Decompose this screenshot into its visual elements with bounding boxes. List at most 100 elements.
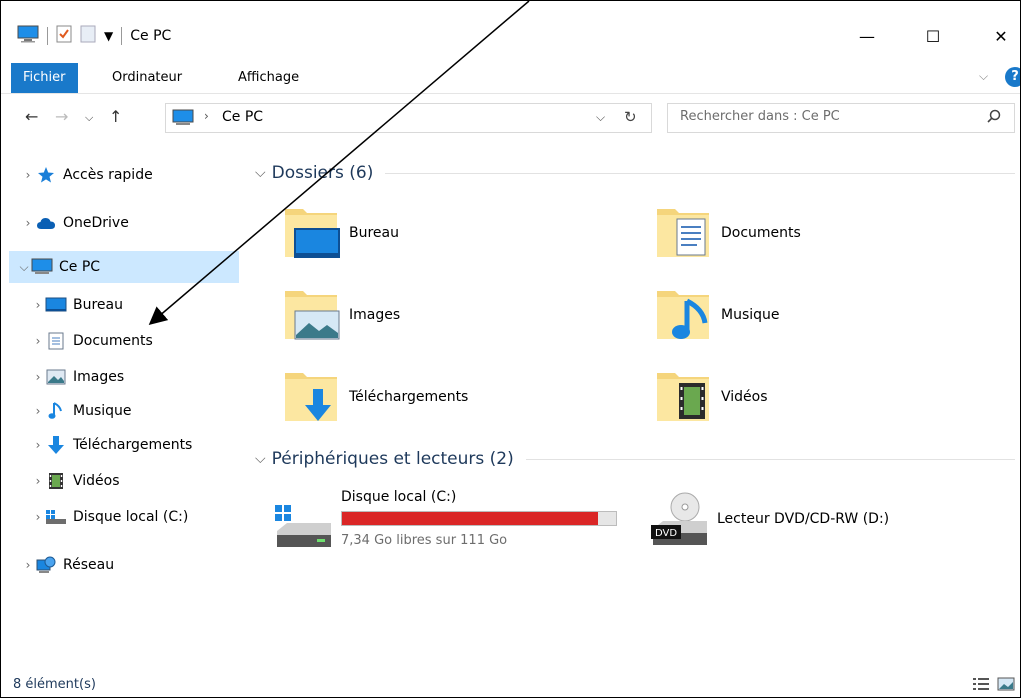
expand-ribbon-icon[interactable]: ⌵ [979, 69, 988, 84]
nav-label: Disque local (C:) [73, 509, 189, 525]
folder-tile-videos[interactable]: Vidéos [653, 367, 768, 427]
music-folder-icon [657, 291, 709, 339]
nav-label: Ce PC [59, 259, 101, 275]
customize-dropdown-icon[interactable]: ▼ [104, 29, 113, 43]
minimize-button[interactable]: — [847, 21, 887, 51]
images-folder-icon [285, 291, 340, 340]
folder-label: Documents [721, 225, 801, 241]
drive-info: Disque local (C:) 7,34 Go libres sur 111… [341, 489, 631, 559]
drive-icon [45, 508, 67, 526]
details-view-icon[interactable] [973, 677, 989, 695]
folder-label: Bureau [349, 225, 399, 241]
collapse-chevron-icon[interactable]: ⌵ [255, 165, 266, 181]
folder-label: Vidéos [721, 389, 768, 405]
help-icon[interactable]: ? [1005, 67, 1020, 87]
nav-item-onedrive[interactable]: › OneDrive [21, 207, 241, 239]
address-dropdown-icon[interactable]: ⌵ [596, 110, 605, 125]
computer-icon [172, 109, 194, 131]
desktop-icon [45, 296, 67, 314]
back-arrow-icon[interactable]: ← [25, 107, 38, 126]
music-icon [45, 402, 67, 420]
folder-label: Téléchargements [349, 389, 469, 405]
folders-group-header[interactable]: ⌵ Dossiers (6) [255, 163, 1015, 183]
nav-item-documents[interactable]: › Documents [31, 325, 241, 357]
images-icon [45, 368, 67, 386]
quick-access-toolbar: ▼ Ce PC [17, 23, 171, 49]
drive-usage-bar [341, 511, 617, 526]
drive-tile-c[interactable]: Disque local (C:) 7,34 Go libres sur 111… [273, 489, 633, 559]
folder-tile-images[interactable]: Images [281, 285, 400, 345]
properties-icon[interactable] [56, 25, 72, 47]
devices-header-label: Périphériques et lecteurs (2) [271, 449, 514, 469]
expand-chevron-icon[interactable]: › [21, 168, 35, 182]
address-bar[interactable]: › Ce PC ⌵ ↻ [165, 103, 652, 133]
tab-fichier[interactable]: Fichier [11, 63, 78, 93]
nav-item-images[interactable]: › Images [31, 361, 241, 393]
expand-chevron-icon[interactable]: › [31, 334, 45, 348]
nav-item-ce-pc[interactable]: ⌵ Ce PC [9, 251, 239, 283]
videos-folder-icon [657, 373, 709, 421]
search-input[interactable]: Rechercher dans : Ce PC [680, 109, 840, 124]
video-icon [45, 472, 67, 490]
nav-item-reseau[interactable]: › Réseau [21, 549, 241, 581]
new-folder-icon[interactable] [80, 25, 96, 47]
folder-tile-bureau[interactable]: Bureau [281, 203, 399, 263]
group-divider [525, 458, 1015, 460]
nav-label: Musique [73, 403, 132, 419]
expand-chevron-icon[interactable]: › [31, 438, 45, 452]
nav-item-disque-local[interactable]: › Disque local (C:) [31, 501, 241, 533]
tab-affichage[interactable]: Affichage [226, 63, 311, 93]
desktop-folder-icon [285, 209, 340, 258]
downloads-folder-icon [285, 373, 337, 421]
nav-item-telechargements[interactable]: › Téléchargements [31, 429, 241, 461]
nav-label: OneDrive [63, 215, 129, 231]
close-button[interactable]: ✕ [981, 21, 1020, 51]
breadcrumb-ce-pc[interactable]: Ce PC [222, 109, 263, 125]
expand-chevron-icon[interactable]: › [31, 404, 45, 418]
collapse-chevron-icon[interactable]: ⌵ [255, 451, 266, 467]
search-box[interactable]: Rechercher dans : Ce PC [667, 103, 1015, 133]
documents-icon [45, 332, 67, 350]
folder-tile-musique[interactable]: Musique [653, 285, 780, 345]
nav-label: Documents [73, 333, 153, 349]
forward-arrow-icon[interactable]: → [55, 107, 68, 126]
tab-ordinateur[interactable]: Ordinateur [100, 63, 194, 93]
title-bar: ▼ Ce PC — ☐ ✕ [1, 1, 1020, 59]
expand-chevron-icon[interactable]: › [21, 558, 35, 572]
maximize-button[interactable]: ☐ [913, 21, 953, 51]
nav-item-musique[interactable]: › Musique [31, 395, 241, 427]
nav-label: Images [73, 369, 125, 385]
expand-chevron-icon[interactable]: › [31, 510, 45, 524]
drive-usage-fill [342, 512, 598, 525]
expand-chevron-icon[interactable]: › [31, 370, 45, 384]
expand-chevron-icon[interactable]: › [31, 298, 45, 312]
folder-label: Images [349, 307, 401, 323]
local-disk-icon [275, 505, 331, 547]
nav-label: Réseau [63, 557, 115, 573]
nav-item-videos[interactable]: › Vidéos [31, 465, 241, 497]
drive-label: Disque local (C:) [341, 489, 457, 505]
breadcrumb-chevron-icon[interactable]: › [204, 109, 209, 123]
folders-header-label: Dossiers (6) [271, 163, 374, 183]
drive-tile-dvd[interactable]: DVD Lecteur DVD/CD-RW (D:) [649, 489, 889, 549]
refresh-icon[interactable]: ↻ [624, 108, 637, 126]
ribbon-tabs: Fichier Ordinateur Affichage ⌵ ? [1, 59, 1020, 94]
content-pane: ⌵ Dossiers (6) Bureau Documents Images M… [241, 145, 1020, 665]
folder-tile-telechargements[interactable]: Téléchargements [281, 367, 468, 427]
collapse-chevron-icon[interactable]: ⌵ [17, 260, 31, 275]
search-icon[interactable] [986, 108, 1002, 128]
up-arrow-icon[interactable]: ↑ [109, 107, 122, 126]
nav-label: Accès rapide [63, 167, 153, 183]
devices-group-header[interactable]: ⌵ Périphériques et lecteurs (2) [255, 449, 1015, 469]
nav-label: Vidéos [73, 473, 120, 489]
group-divider [385, 172, 1015, 174]
nav-label: Téléchargements [73, 437, 193, 453]
nav-item-bureau[interactable]: › Bureau [31, 289, 241, 321]
nav-item-acces-rapide[interactable]: › Accès rapide [21, 159, 241, 191]
recent-locations-icon[interactable]: ⌵ [85, 111, 93, 125]
network-icon [35, 556, 57, 574]
expand-chevron-icon[interactable]: › [31, 474, 45, 488]
expand-chevron-icon[interactable]: › [21, 216, 35, 230]
folder-tile-documents[interactable]: Documents [653, 203, 801, 263]
large-icons-view-icon[interactable] [997, 677, 1015, 695]
